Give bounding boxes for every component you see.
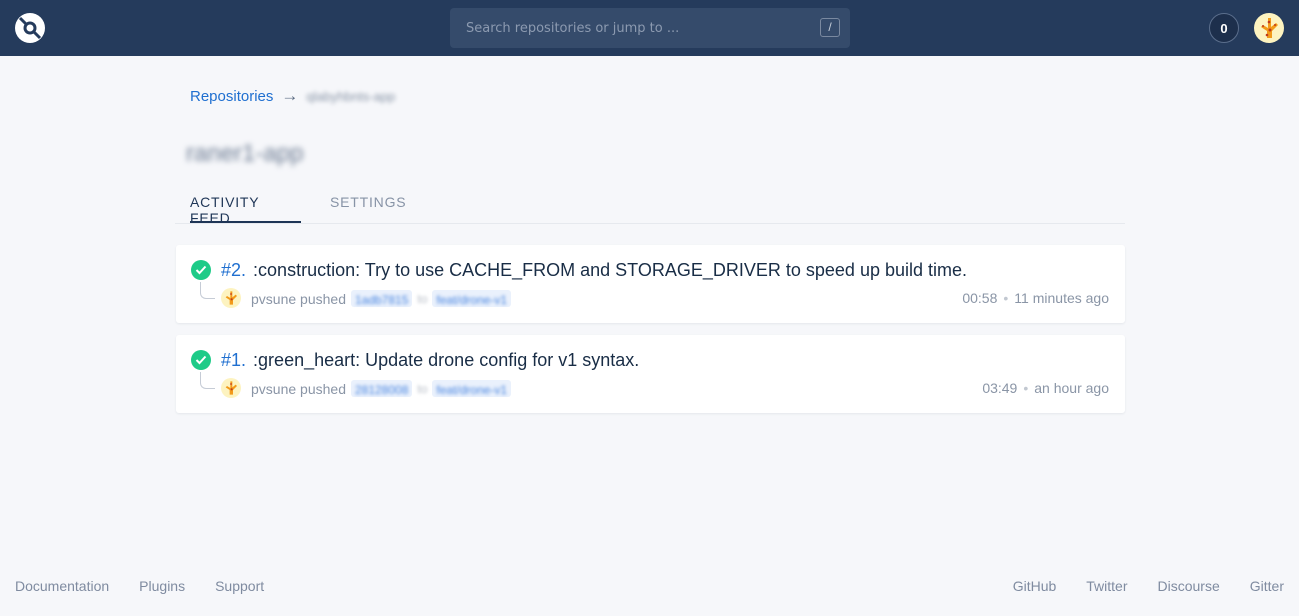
build-time: 03:49 • an hour ago	[982, 380, 1109, 396]
build-author: pvsune	[251, 290, 297, 307]
footer-link-gitter[interactable]: Gitter	[1250, 578, 1284, 594]
page-title: raner1-app	[186, 140, 304, 167]
giraffe-avatar-icon	[225, 381, 237, 395]
build-duration: 00:58	[962, 290, 998, 306]
top-navbar: / 0	[0, 0, 1299, 56]
build-duration: 03:49	[982, 380, 1018, 396]
search-shortcut-key: /	[820, 18, 840, 37]
drone-logo-icon[interactable]	[14, 12, 46, 44]
build-relative-time: 11 minutes ago	[1014, 290, 1109, 306]
build-message: :green_heart: Update drone config for v1…	[253, 350, 640, 370]
build-author: pvsune	[251, 380, 297, 397]
build-action: pushed	[300, 380, 346, 397]
footer-left-links: Documentation Plugins Support	[15, 578, 264, 594]
footer-right-links: GitHub Twitter Discourse Gitter	[1013, 578, 1284, 594]
branch-chip[interactable]: feat/drone-v1	[432, 380, 512, 397]
giraffe-avatar-icon	[225, 291, 237, 305]
footer-link-discourse[interactable]: Discourse	[1158, 578, 1220, 594]
author-avatar	[221, 288, 241, 308]
branch-chip[interactable]: feat/drone-v1	[432, 290, 512, 307]
build-meta: pvsune pushed 1adb7815 to feat/drone-v1	[251, 290, 512, 307]
build-title[interactable]: #1. :green_heart: Update drone config fo…	[221, 350, 639, 371]
build-action: pushed	[300, 290, 346, 307]
to-label: to	[417, 381, 428, 396]
build-list-item[interactable]: #1. :green_heart: Update drone config fo…	[176, 335, 1125, 413]
build-list-item[interactable]: #2. :construction: Try to use CACHE_FROM…	[176, 245, 1125, 323]
search-box[interactable]: /	[450, 8, 850, 48]
tree-connector	[200, 372, 215, 389]
author-avatar	[221, 378, 241, 398]
build-number: #2.	[221, 260, 247, 280]
footer-link-twitter[interactable]: Twitter	[1086, 578, 1127, 594]
giraffe-avatar-icon	[1261, 18, 1278, 38]
to-label: to	[417, 291, 428, 306]
build-number: #1.	[221, 350, 247, 370]
breadcrumb-repositories-link[interactable]: Repositories	[190, 88, 273, 105]
tab-bar: ACTIVITY FEED SETTINGS	[175, 186, 1125, 226]
search-input[interactable]	[466, 20, 806, 36]
build-meta: pvsune pushed 28128008 to feat/drone-v1	[251, 380, 512, 397]
footer-link-plugins[interactable]: Plugins	[139, 578, 185, 594]
breadcrumb: Repositories → qlabyhbnts-app	[190, 86, 395, 106]
arrow-right-icon: →	[281, 86, 299, 105]
breadcrumb-current-repo: qlabyhbnts-app	[306, 88, 396, 104]
footer-link-documentation[interactable]: Documentation	[15, 578, 109, 594]
build-message: :construction: Try to use CACHE_FROM and…	[253, 260, 967, 280]
notifications-badge[interactable]: 0	[1209, 13, 1239, 43]
build-time: 00:58 • 11 minutes ago	[962, 290, 1109, 306]
commit-sha-chip[interactable]: 28128008	[350, 380, 413, 397]
footer-link-support[interactable]: Support	[215, 578, 264, 594]
tree-connector	[200, 282, 215, 299]
success-check-icon	[191, 260, 211, 280]
tab-settings[interactable]: SETTINGS	[330, 194, 406, 223]
success-check-icon	[191, 350, 211, 370]
build-title[interactable]: #2. :construction: Try to use CACHE_FROM…	[221, 260, 967, 281]
tab-activity-feed[interactable]: ACTIVITY FEED	[190, 194, 301, 226]
footer-link-github[interactable]: GitHub	[1013, 578, 1057, 594]
build-relative-time: an hour ago	[1034, 380, 1109, 396]
commit-sha-chip[interactable]: 1adb7815	[350, 290, 413, 307]
user-avatar[interactable]	[1254, 13, 1284, 43]
